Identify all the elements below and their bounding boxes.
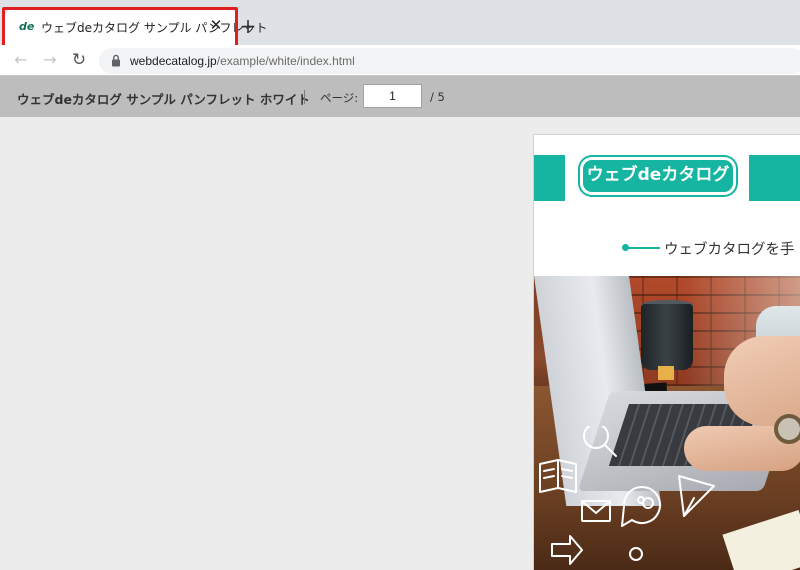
send-icon (678, 475, 715, 517)
url-text: webdecatalog.jp/example/white/index.html (130, 54, 355, 68)
wristwatch (774, 414, 800, 444)
header-divider (304, 90, 305, 104)
url-path: /example/white/index.html (216, 54, 355, 68)
tab-strip: de ウェブdeカタログ サンプル パンフレット ✕ + (0, 0, 800, 48)
address-bar[interactable]: webdecatalog.jp/example/white/index.html (99, 48, 800, 74)
catalog-page[interactable]: ウェブdeカタログ ウェブカタログを手 (533, 134, 800, 570)
viewer-content: ウェブdeカタログ ウェブカタログを手 (0, 117, 800, 570)
magnifier-icon (583, 426, 617, 457)
mail-icon (581, 500, 611, 522)
lock-icon (112, 54, 120, 67)
person-icon (629, 547, 643, 561)
catalog-subtitle: ウェブカタログを手 (664, 242, 795, 258)
hand (724, 336, 800, 426)
line-icons-overlay (539, 426, 715, 565)
page-number-input[interactable]: 1 (363, 84, 422, 108)
arrow-icon (551, 535, 583, 565)
catalog-logo: ウェブdeカタログ (580, 157, 736, 195)
viewer-header: ウェブdeカタログ サンプル パンフレット ホワイト ページ: 1 / 5 (0, 76, 800, 117)
browser-toolbar: ← → ↻ webdecatalog.jp/example/white/inde… (0, 45, 800, 76)
header-band-right (749, 155, 800, 201)
book-icon (539, 459, 577, 493)
tab-highlight-box (2, 7, 238, 48)
url-host: webdecatalog.jp (130, 54, 217, 68)
mug (641, 304, 693, 370)
forward-arrow-icon[interactable]: → (39, 49, 61, 71)
chat-icon (621, 486, 661, 527)
document-title: ウェブdeカタログ サンプル パンフレット ホワイト (17, 92, 310, 107)
back-arrow-icon[interactable]: ← (10, 49, 32, 71)
cover-photo (534, 276, 800, 570)
header-band-left (534, 155, 565, 201)
page-total: / 5 (430, 90, 445, 104)
subtitle-line (624, 247, 660, 249)
page-label: ページ: (320, 91, 359, 105)
tea-tag (658, 366, 674, 380)
reload-icon[interactable]: ↻ (68, 49, 90, 71)
new-tab-button[interactable]: + (236, 15, 260, 39)
